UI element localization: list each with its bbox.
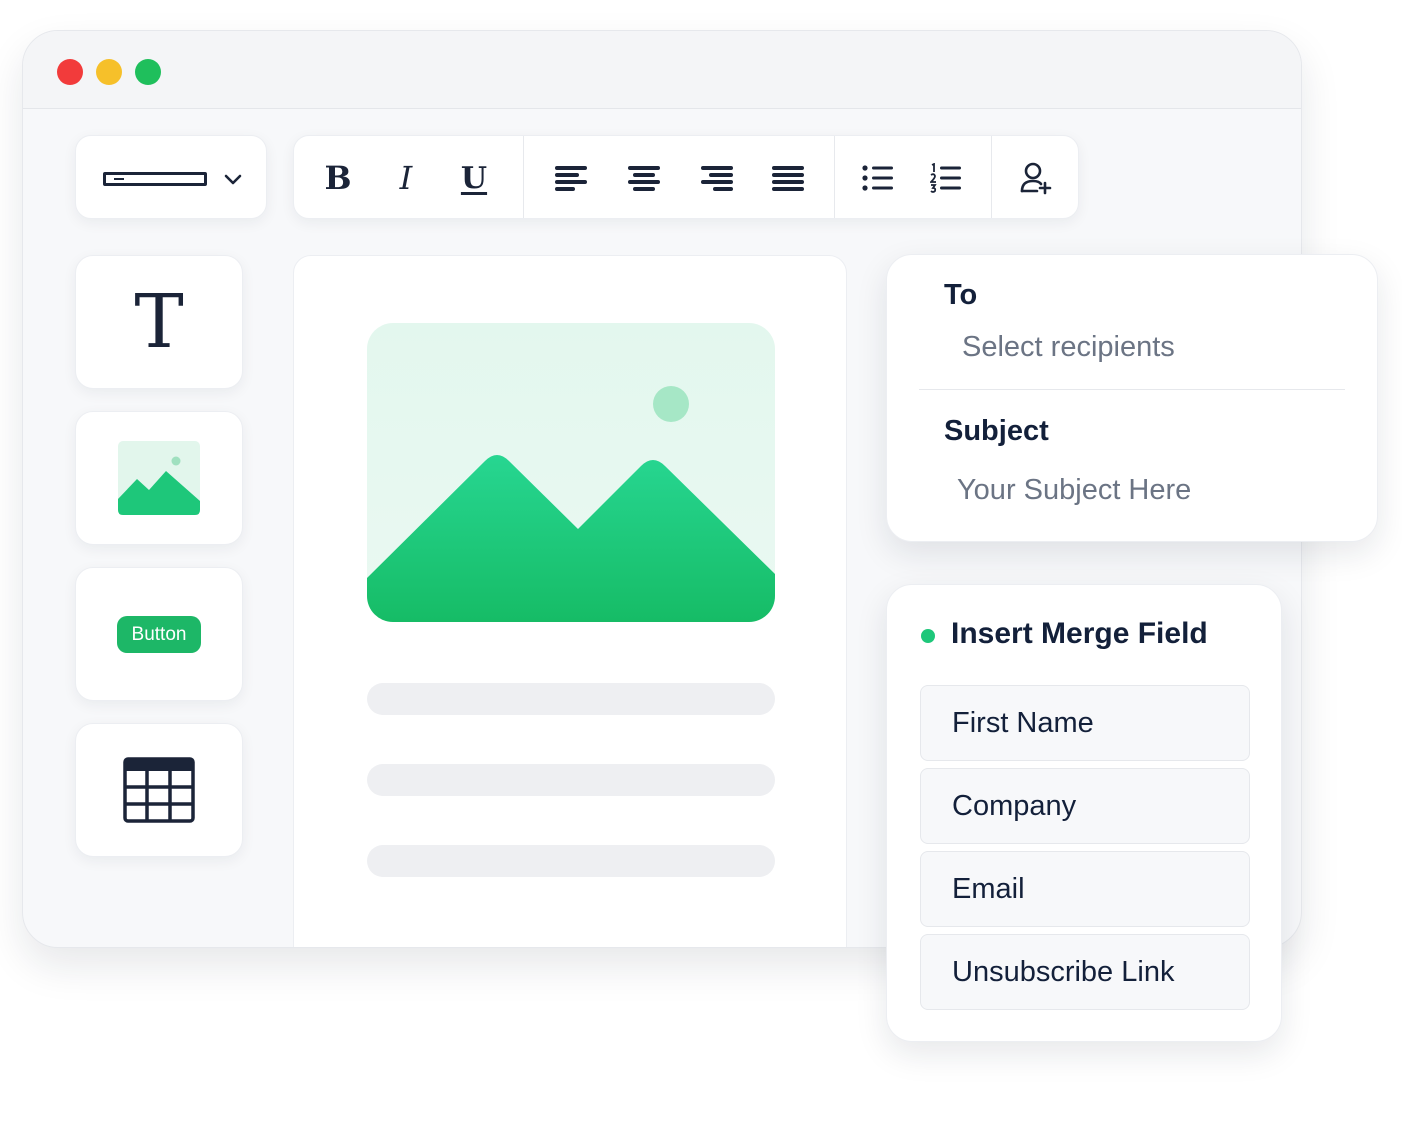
recipients-panel: To Subject [886, 254, 1378, 542]
italic-icon: I [399, 159, 413, 197]
align-justify-icon [772, 166, 804, 191]
minimize-window-button[interactable] [96, 59, 122, 85]
toolbar-divider [523, 136, 524, 218]
formatting-toolbar: B I U [293, 135, 1079, 219]
merge-field-panel: Insert Merge Field First Name Company Em… [886, 584, 1282, 1042]
maximize-window-button[interactable] [135, 59, 161, 85]
close-window-button[interactable] [57, 59, 83, 85]
hero-image-placeholder[interactable] [367, 323, 775, 622]
status-dot [921, 629, 935, 643]
text-icon: T [134, 279, 184, 365]
email-canvas[interactable] [293, 255, 847, 947]
title-bar [23, 31, 1301, 109]
align-center-icon [628, 166, 660, 191]
align-right-button[interactable] [695, 156, 739, 200]
underline-icon: U [460, 160, 488, 196]
to-label: To [944, 279, 978, 311]
image-placeholder-icon [367, 386, 775, 622]
image-icon [118, 441, 200, 515]
bold-button[interactable]: B [316, 156, 360, 200]
merge-field-email[interactable]: Email [920, 851, 1250, 927]
numbered-list-button[interactable] [924, 156, 968, 200]
font-preview-bar [103, 172, 207, 186]
field-divider [919, 389, 1345, 390]
numbered-list-icon [930, 163, 961, 193]
underline-button[interactable]: U [452, 156, 496, 200]
personalize-button[interactable] [1014, 156, 1058, 200]
recipients-input[interactable] [962, 331, 1342, 364]
text-line-placeholder [367, 683, 775, 715]
italic-button[interactable]: I [384, 156, 428, 200]
font-style-select[interactable] [75, 135, 267, 219]
button-block-tile[interactable]: Button [75, 567, 243, 701]
bullet-list-button[interactable] [856, 156, 900, 200]
align-justify-button[interactable] [766, 156, 810, 200]
text-line-placeholder [367, 764, 775, 796]
align-left-button[interactable] [549, 156, 593, 200]
toolbar-divider [834, 136, 835, 218]
merge-field-unsubscribe-link[interactable]: Unsubscribe Link [920, 934, 1250, 1010]
table-block-tile[interactable] [75, 723, 243, 857]
subject-label: Subject [944, 415, 1049, 447]
text-block-tile[interactable]: T [75, 255, 243, 389]
button-block-preview: Button [116, 615, 202, 653]
bullet-list-icon [862, 165, 893, 191]
align-right-icon [701, 166, 733, 191]
text-line-placeholder [367, 845, 775, 877]
add-person-icon [1020, 162, 1052, 195]
bold-icon: B [324, 159, 352, 197]
merge-field-company[interactable]: Company [920, 768, 1250, 844]
table-icon [123, 757, 195, 823]
align-left-icon [555, 166, 587, 191]
toolbar-divider [991, 136, 992, 218]
merge-field-title: Insert Merge Field [951, 617, 1208, 650]
chevron-down-icon [224, 174, 242, 185]
subject-input[interactable] [957, 474, 1337, 507]
align-center-button[interactable] [622, 156, 666, 200]
merge-field-first-name[interactable]: First Name [920, 685, 1250, 761]
image-block-tile[interactable] [75, 411, 243, 545]
